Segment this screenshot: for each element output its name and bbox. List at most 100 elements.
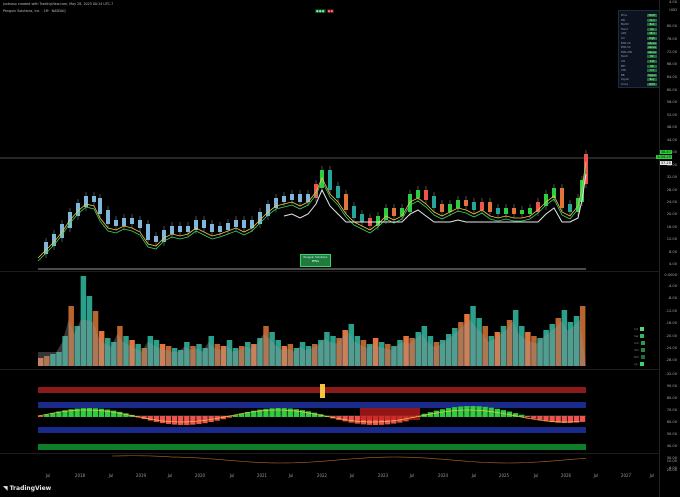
time-axis-label: 2020 — [194, 473, 206, 478]
price-axis-tick: 90.00 — [666, 384, 677, 388]
candle-body — [210, 224, 214, 232]
indicator-table-value: 71.2 — [647, 18, 657, 22]
candle-body — [392, 208, 396, 216]
moving-averages — [37, 161, 587, 262]
price-axis-tick: 64.00 — [666, 75, 677, 79]
candle-body — [178, 226, 182, 232]
candle-body — [360, 214, 364, 222]
price-axis-tick: 40.00 — [666, 444, 677, 448]
oscillator-bar — [531, 416, 537, 419]
indicator-table-value: 8/10 — [647, 83, 657, 86]
volume-legend-swatch — [639, 327, 644, 331]
oscillator-bar — [293, 409, 300, 417]
volume-bars — [38, 276, 586, 366]
ema-fast-line — [37, 161, 587, 259]
tradingview-logo[interactable]: ◥ TradingView — [3, 485, 51, 492]
volume-legend-swatch — [640, 341, 645, 345]
oscillator-bar — [287, 408, 293, 417]
oversold-band — [38, 444, 586, 450]
time-axis-label: 2019 — [135, 473, 147, 478]
volume-legend-label: 1y — [634, 362, 638, 366]
candle-body — [106, 210, 110, 224]
volume-legend-swatch — [640, 355, 645, 359]
price-axis-tick: 68.00 — [666, 62, 677, 66]
price-axis-tick: -12.00 — [665, 309, 677, 313]
oscillator-bar — [348, 416, 354, 423]
candle-body — [92, 196, 96, 202]
indicator-table-row: EMA 20 Above — [621, 41, 657, 45]
time-axis-label: Jul — [229, 473, 235, 478]
chart-canvas[interactable] — [0, 0, 660, 470]
oscillator-bar — [470, 406, 476, 417]
candle-body — [146, 224, 150, 240]
time-axis-label: 2026 — [560, 473, 572, 478]
time-axis-label: 2023 — [377, 473, 389, 478]
volume-legend-item: 3m — [634, 348, 654, 352]
candle-body — [290, 194, 294, 200]
volume-legend-label: 1d — [634, 327, 638, 331]
oscillator-bar — [354, 416, 360, 424]
bottom-indicator-series — [111, 455, 587, 464]
time-axis[interactable]: Jul 2018 Jul 2019 Jul 2020 Jul 2021 Jul 2022 Jul 20… — [0, 470, 660, 482]
candle-body — [98, 198, 102, 214]
time-axis-label: Jul — [349, 473, 355, 478]
time-axis-label: Jul — [167, 473, 173, 478]
indicator-table-value: High — [647, 37, 657, 40]
volume-legend-swatch — [639, 362, 644, 366]
oscillator-bar — [86, 408, 92, 417]
oscillator-bar — [281, 408, 287, 417]
time-axis-label: 2022 — [316, 473, 328, 478]
pane-divider-oscillator[interactable] — [0, 369, 660, 370]
candle-body — [202, 220, 206, 228]
oscillator-bar — [98, 408, 105, 417]
price-axis-tick: 4.00 — [668, 0, 677, 4]
lower-blue-band — [38, 427, 586, 433]
upper-blue-band — [38, 402, 586, 408]
candle-body — [496, 208, 500, 214]
indicator-table-row: RSI 71.2 — [621, 18, 657, 22]
oscillator-bar — [525, 416, 531, 418]
oscillator-bar — [275, 408, 281, 417]
candle-body — [352, 206, 356, 218]
indicator-table-row: BB Upper — [621, 73, 657, 77]
price-axis-tick: 20.00 — [666, 212, 677, 216]
price-axis-tick: 24.00 — [666, 200, 677, 204]
indicator-table-label: Trend — [621, 27, 628, 31]
oscillator-bar — [458, 406, 464, 417]
oscillator-bar — [92, 408, 99, 417]
oscillator-bar — [464, 406, 470, 417]
price-axis-tick: -16.00 — [665, 321, 677, 325]
pane-divider-bottom[interactable] — [0, 453, 660, 454]
indicator-table-row: Vol High — [621, 37, 657, 40]
candle-body — [186, 226, 190, 232]
oscillator-bar — [80, 408, 86, 417]
volume-legend-label: 1w — [634, 334, 639, 338]
price-axis-tick: 80.00 — [666, 396, 677, 400]
tradingview-icon: ◥ — [3, 485, 8, 492]
indicator-table-row: Score 8/10 — [621, 83, 657, 86]
price-axis-tick: 28.00 — [666, 188, 677, 192]
indicator-table-value: 3.1 — [647, 69, 657, 73]
oscillator-bar — [74, 408, 80, 417]
oscillator-bar — [452, 407, 458, 417]
indicator-table-value: 82 — [647, 55, 657, 59]
oscillator-bar — [342, 416, 348, 422]
candle-body — [60, 224, 64, 238]
candle-body — [298, 194, 302, 202]
pane-divider-volume[interactable] — [0, 271, 660, 272]
oscillator-bar — [184, 416, 190, 425]
indicator-table-value: 68 — [647, 64, 657, 68]
candle-body — [528, 208, 532, 214]
level-price-tag: 37.20 — [659, 161, 672, 165]
oscillator-bar — [159, 416, 166, 424]
volume-legend-swatch — [640, 334, 645, 338]
indicator-table-value: Above — [647, 50, 657, 54]
price-axis[interactable]: USD 80.00 76.00 72.00 68.00 64.00 60.00 56.00 52… — [659, 0, 680, 497]
oscillator-bar — [488, 407, 494, 417]
price-axis-tick: -20.00 — [665, 334, 677, 338]
volume-legend-item: 1y — [634, 362, 654, 366]
oscillator-bar — [433, 410, 440, 417]
time-axis-label: Jul — [108, 473, 114, 478]
candle-body — [408, 194, 412, 212]
candle-body — [242, 220, 246, 228]
